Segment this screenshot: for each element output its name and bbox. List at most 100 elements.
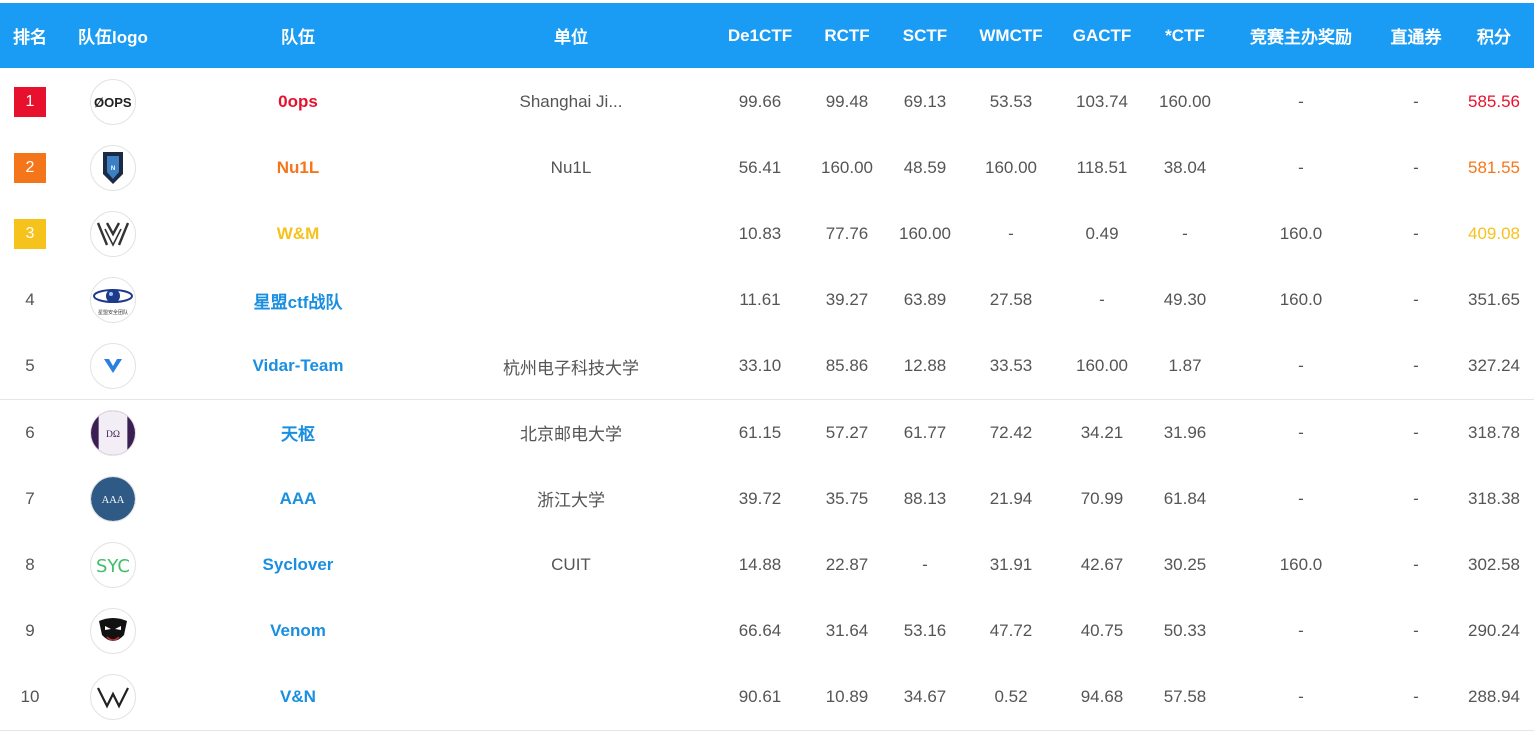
gactf-cell: 160.00 xyxy=(1076,356,1128,376)
rctf-cell: 77.76 xyxy=(825,224,869,244)
team-name-link[interactable]: 0ops xyxy=(278,92,318,112)
header-direct-pass: 直通券 xyxy=(1390,28,1442,47)
logo-cell: AAA xyxy=(78,466,148,532)
wmctf-cell: 0.52 xyxy=(994,686,1028,706)
starctf-cell: 57.58 xyxy=(1163,686,1207,706)
rank-cell: 2 xyxy=(0,135,60,201)
gactf-cell: 70.99 xyxy=(1080,488,1124,508)
de1ctf-cell: 90.61 xyxy=(738,686,782,706)
total-score-cell: 288.94 xyxy=(1468,686,1520,706)
wmctf-cell: 31.91 xyxy=(989,554,1033,574)
starctf-cell: 1.87 xyxy=(1168,356,1202,376)
aaa-logo-icon: AAA xyxy=(90,475,136,522)
sctf-cell: 63.89 xyxy=(903,290,947,310)
de1ctf-cell: 39.72 xyxy=(738,488,782,508)
de1ctf-cell: 56.41 xyxy=(738,158,782,178)
header-starctf: *CTF xyxy=(1165,25,1205,45)
table-row: 1 ØOPS 0ops Shanghai Ji... 99.66 99.48 69.13 53… xyxy=(0,69,1534,136)
unit-cell xyxy=(450,664,692,730)
unit-cell: 浙江大学 xyxy=(537,491,605,511)
de1ctf-cell: 99.66 xyxy=(738,92,782,111)
team-name-link[interactable]: 星盟ctf战队 xyxy=(254,288,343,313)
total-score-cell: 327.24 xyxy=(1468,356,1520,376)
starctf-cell: 160.00 xyxy=(1159,92,1211,111)
rank-number: 9 xyxy=(25,620,35,640)
unit-cell: CUIT xyxy=(551,554,591,574)
table-row: 4 星盟安全团队 星盟ctf战队 11.61 39.27 63.89 27.58 - 49.30… xyxy=(0,267,1534,335)
rctf-cell: 10.89 xyxy=(825,686,869,706)
rctf-cell: 35.75 xyxy=(825,488,869,508)
starctf-cell: 30.25 xyxy=(1163,554,1207,574)
starctf-cell: 31.96 xyxy=(1163,422,1207,442)
0ops-logo-icon: ØOPS xyxy=(90,79,136,125)
team-name-link[interactable]: Vidar-Team xyxy=(252,356,343,376)
host-award-cell: - xyxy=(1298,620,1304,640)
rank-badge: 3 xyxy=(14,219,46,250)
wmctf-cell: 47.72 xyxy=(989,620,1033,640)
host-award-cell: 160.0 xyxy=(1279,224,1323,244)
unit-cell xyxy=(450,201,692,267)
team-cell: Syclover xyxy=(198,532,398,598)
gactf-cell: 118.51 xyxy=(1076,158,1128,178)
gactf-cell: 42.67 xyxy=(1080,554,1124,574)
table-row: 6 DΩ 天枢 北京邮电大学 61.15 57.27 61.77 72.42 34.21 31.9… xyxy=(0,399,1534,467)
unit-cell: Nu1L xyxy=(550,158,592,178)
wmctf-cell: - xyxy=(1008,224,1014,244)
logo-cell: DΩ xyxy=(78,400,148,466)
sctf-cell: 12.88 xyxy=(903,356,947,376)
team-name-link[interactable]: W&M xyxy=(277,224,319,244)
table-row: 7 AAA AAA 浙江大学 39.72 35.75 88.13 21.94 70.99 61.8… xyxy=(0,465,1534,533)
team-name-link[interactable]: V&N xyxy=(280,687,316,707)
sctf-cell: - xyxy=(922,554,928,574)
logo-cell: 星盟安全团队 xyxy=(78,267,148,333)
header-rank: 排名 xyxy=(13,28,47,47)
logo-cell xyxy=(78,598,148,664)
total-score-cell: 585.56 xyxy=(1468,92,1520,111)
team-name-link[interactable]: Syclover xyxy=(263,555,334,575)
svg-text:ØOPS: ØOPS xyxy=(94,95,132,110)
team-name-link[interactable]: AAA xyxy=(280,489,317,509)
unit-cell: 杭州电子科技大学 xyxy=(503,358,639,378)
direct-pass-cell: - xyxy=(1413,686,1419,706)
xingmeng-logo-icon: 星盟安全团队 xyxy=(90,277,136,324)
direct-pass-cell: - xyxy=(1413,290,1419,310)
vidar-logo-icon xyxy=(90,343,136,390)
total-score-cell: 318.38 xyxy=(1468,488,1520,508)
table-row: 5 Vidar-Team 杭州电子科技大学 33.10 85.86 12.88 33.53 1… xyxy=(0,333,1534,401)
rank-number: 5 xyxy=(25,356,35,376)
sctf-cell: 61.77 xyxy=(903,422,947,442)
rank-number: 4 xyxy=(25,290,35,310)
team-name-link[interactable]: Venom xyxy=(270,621,326,641)
rank-badge: 1 xyxy=(14,87,46,117)
rank-number: 7 xyxy=(25,488,35,508)
team-cell: Venom xyxy=(198,598,398,664)
vn-logo-icon xyxy=(90,673,136,720)
header-wmctf: WMCTF xyxy=(979,25,1043,45)
direct-pass-cell: - xyxy=(1413,488,1419,508)
de1ctf-cell: 66.64 xyxy=(738,620,782,640)
sctf-cell: 160.00 xyxy=(899,224,951,244)
header-rctf: RCTF xyxy=(824,25,870,45)
gactf-cell: 103.74 xyxy=(1076,92,1128,111)
gactf-cell: 34.21 xyxy=(1080,422,1124,442)
rank-number: 10 xyxy=(20,686,40,706)
wm-logo-icon xyxy=(90,211,136,258)
team-cell: Vidar-Team xyxy=(198,333,398,399)
rank-cell: 8 xyxy=(0,532,60,598)
sctf-cell: 34.67 xyxy=(903,686,947,706)
team-cell: V&N xyxy=(198,664,398,730)
direct-pass-cell: - xyxy=(1413,422,1419,442)
header-gactf: GACTF xyxy=(1072,25,1132,45)
total-score-cell: 409.08 xyxy=(1468,224,1520,244)
sctf-cell: 88.13 xyxy=(903,488,947,508)
table-row: 9 Venom 66.64 31.64 53.16 47.72 40.75 50.33 - - 29… xyxy=(0,597,1534,665)
gactf-cell: - xyxy=(1099,290,1105,310)
team-name-link[interactable]: Nu1L xyxy=(277,158,320,178)
gactf-cell: 94.68 xyxy=(1080,686,1124,706)
table-row: 3 W&M 10.83 77.76 160.00 - 0.49 - 160.0 - 409.08 xyxy=(0,201,1534,269)
host-award-cell: - xyxy=(1298,422,1304,442)
logo-cell xyxy=(78,201,148,267)
team-name-link[interactable]: 天枢 xyxy=(281,420,315,445)
unit-cell: 北京邮电大学 xyxy=(520,425,622,444)
total-score-cell: 318.78 xyxy=(1468,422,1520,442)
